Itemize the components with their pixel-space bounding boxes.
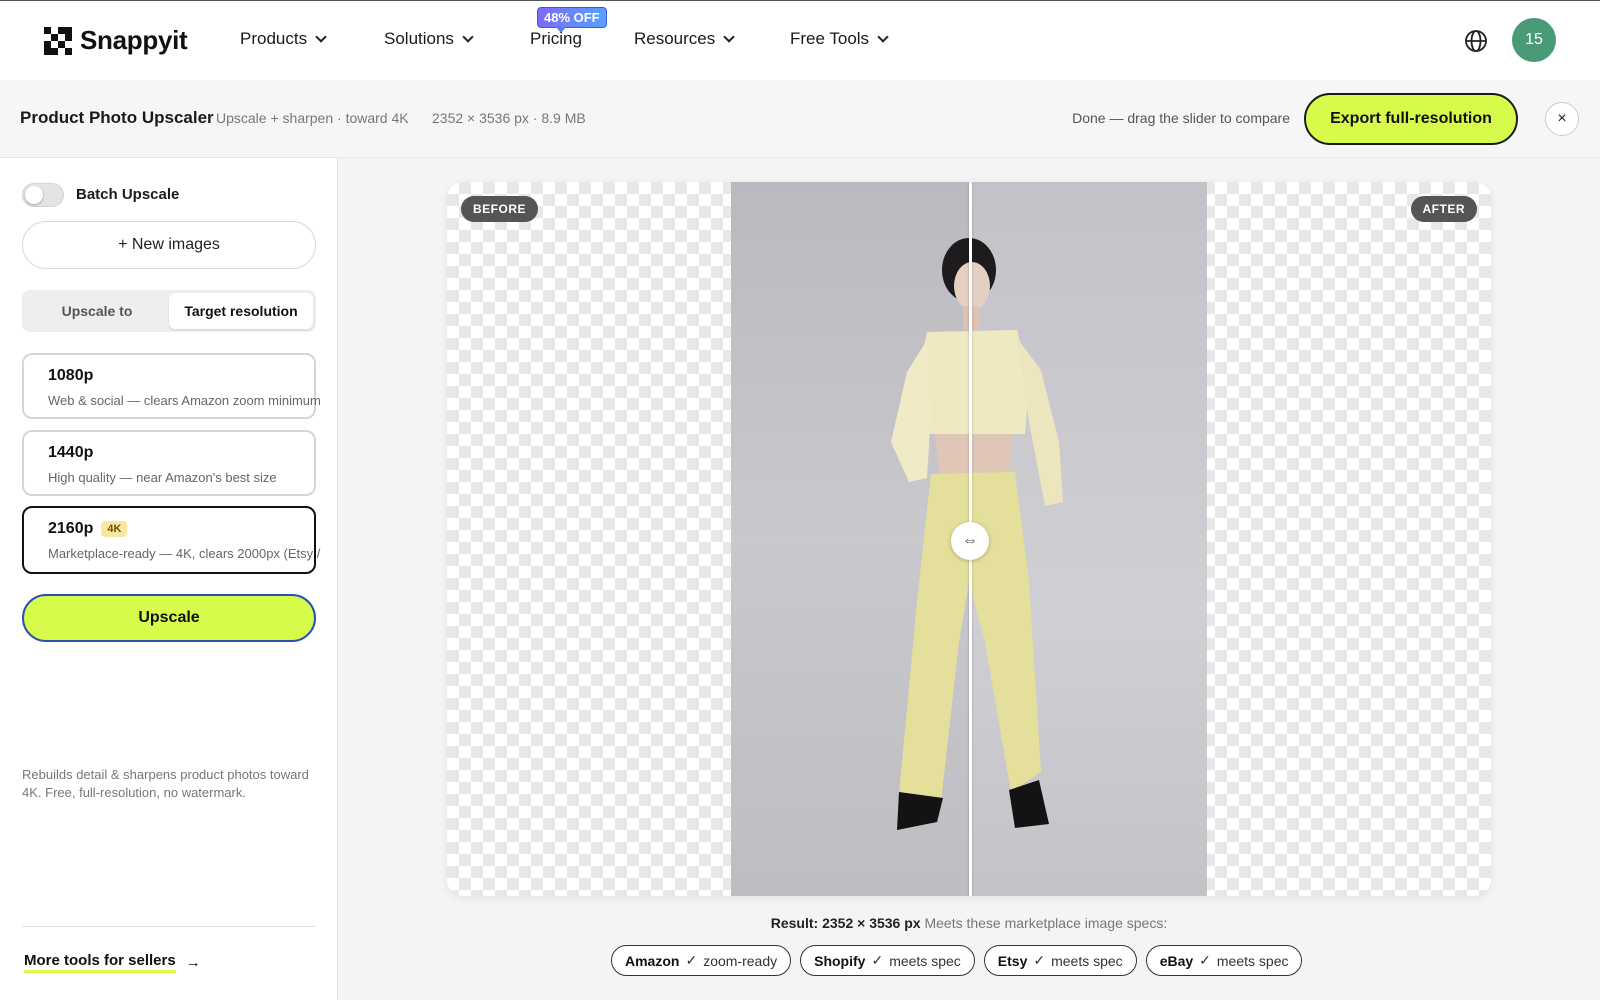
resolution-option-1440p[interactable]: 1440p High quality — near Amazon's best … bbox=[22, 430, 316, 496]
top-nav: Snappyit Products Solutions 48% OFF Pric… bbox=[0, 1, 1600, 80]
before-tag: BEFORE bbox=[461, 196, 539, 222]
result-summary: Result: 2352 × 3536 px Meets these marke… bbox=[0, 915, 1600, 931]
nav-resources-label: Resources bbox=[634, 29, 716, 48]
tool-description: Rebuilds detail & sharpens product photo… bbox=[22, 767, 309, 800]
nav-products[interactable]: Products bbox=[240, 29, 327, 49]
tool-subtitle: Upscale + sharpen · toward 4K bbox=[216, 110, 409, 126]
more-tools-link[interactable]: More tools for sellers → bbox=[24, 952, 201, 973]
nav-solutions[interactable]: Solutions bbox=[384, 29, 474, 49]
segment-upscale-to[interactable]: Upscale to bbox=[25, 293, 169, 329]
nav-pricing[interactable]: Pricing bbox=[530, 29, 582, 49]
chip-ebay: eBay ✓ meets spec bbox=[1145, 945, 1303, 976]
chip-name: eBay bbox=[1159, 952, 1194, 969]
close-icon[interactable]: × bbox=[1545, 102, 1579, 136]
chip-name: Etsy bbox=[997, 952, 1028, 969]
tool-title: Product Photo Upscaler bbox=[20, 108, 214, 127]
after-tag: AFTER bbox=[1410, 196, 1477, 222]
chip-shopify: Shopify ✓ meets spec bbox=[800, 945, 975, 976]
arrow-right-icon: → bbox=[185, 954, 201, 971]
batch-upscale-toggle[interactable] bbox=[22, 183, 64, 207]
resolution-name-text: 1440p bbox=[48, 444, 94, 461]
compare-canvas[interactable]: BEFORE AFTER ⇔ bbox=[447, 182, 1491, 896]
check-icon: ✓ bbox=[1199, 952, 1211, 968]
snappyit-logo-icon bbox=[44, 26, 72, 55]
check-icon: ✓ bbox=[1033, 952, 1046, 968]
globe-icon[interactable] bbox=[1464, 29, 1488, 53]
resolution-desc: Web & social — clears Amazon zoom minimu… bbox=[48, 393, 321, 408]
chip-status: meets spec bbox=[889, 952, 961, 969]
export-button[interactable]: Export full-resolution bbox=[1304, 93, 1518, 145]
logo[interactable]: Snappyit bbox=[44, 25, 188, 56]
nav-free-tools-label: Free Tools bbox=[790, 29, 870, 48]
marketplace-chips: Amazon ✓ zoom-ready Shopify ✓ meets spec… bbox=[611, 945, 1303, 976]
result-dimensions: Result: 2352 × 3536 px bbox=[770, 915, 921, 931]
batch-upscale-label: Batch Upscale bbox=[76, 186, 180, 203]
nav-solutions-label: Solutions bbox=[384, 29, 454, 48]
chip-name: Amazon bbox=[625, 952, 680, 969]
avatar[interactable]: 15 bbox=[1512, 18, 1556, 62]
chevron-down-icon bbox=[723, 30, 735, 43]
resolution-name-text: 1080p bbox=[48, 367, 94, 384]
result-specs-text: Meets these marketplace image specs: bbox=[924, 915, 1168, 931]
nav-products-label: Products bbox=[240, 29, 308, 48]
sidebar: Batch Upscale + New images Upscale to Ta… bbox=[0, 158, 338, 1000]
resolution-name: 1440p bbox=[48, 444, 93, 462]
logo-text: Snappyit bbox=[80, 25, 188, 55]
status-text: Done — drag the slider to compare bbox=[1072, 110, 1290, 126]
new-images-button[interactable]: + New images bbox=[22, 221, 316, 269]
more-tools-label: More tools for sellers bbox=[24, 952, 176, 973]
chevron-down-icon bbox=[462, 30, 474, 43]
chip-status: meets spec bbox=[1216, 952, 1289, 969]
chip-status: zoom-ready bbox=[703, 952, 778, 969]
nav-pricing-label: Pricing bbox=[530, 29, 582, 48]
chevron-down-icon bbox=[315, 30, 327, 43]
check-icon: ✓ bbox=[871, 952, 884, 968]
chip-etsy: Etsy ✓ meets spec bbox=[983, 945, 1137, 976]
resolution-desc: High quality — near Amazon's best size bbox=[48, 470, 277, 485]
promo-badge: 48% OFF bbox=[537, 7, 607, 33]
resolution-name: 1080p bbox=[48, 367, 93, 385]
segment-target-resolution[interactable]: Target resolution bbox=[169, 293, 313, 329]
resolution-option-2160p[interactable]: 2160p 4K Marketplace-ready — 4K, clears … bbox=[22, 506, 320, 574]
chip-amazon: Amazon ✓ zoom-ready bbox=[611, 945, 792, 976]
badge-4k: 4K bbox=[101, 521, 128, 537]
resolution-desc: Marketplace-ready — 4K, clears 2000px (E… bbox=[48, 546, 321, 561]
resolution-name: 2160p 4K bbox=[48, 520, 128, 538]
compare-handle-icon[interactable]: ⇔ bbox=[951, 522, 989, 560]
upscale-button[interactable]: Upscale bbox=[22, 594, 316, 642]
nav-free-tools[interactable]: Free Tools bbox=[790, 29, 889, 49]
mode-segmented-control: Upscale to Target resolution bbox=[22, 290, 316, 332]
nav-resources[interactable]: Resources bbox=[634, 29, 735, 49]
chip-status: meets spec bbox=[1051, 952, 1123, 969]
tool-header: Product Photo Upscaler Upscale + sharpen… bbox=[0, 80, 1600, 158]
resolution-option-1080p[interactable]: 1080p Web & social — clears Amazon zoom … bbox=[22, 353, 321, 419]
chip-name: Shopify bbox=[814, 952, 866, 969]
file-meta: 2352 × 3536 px · 8.9 MB bbox=[432, 110, 586, 126]
chevron-down-icon bbox=[877, 30, 889, 43]
resolution-name-text: 2160p bbox=[48, 520, 94, 537]
check-icon: ✓ bbox=[685, 952, 698, 968]
